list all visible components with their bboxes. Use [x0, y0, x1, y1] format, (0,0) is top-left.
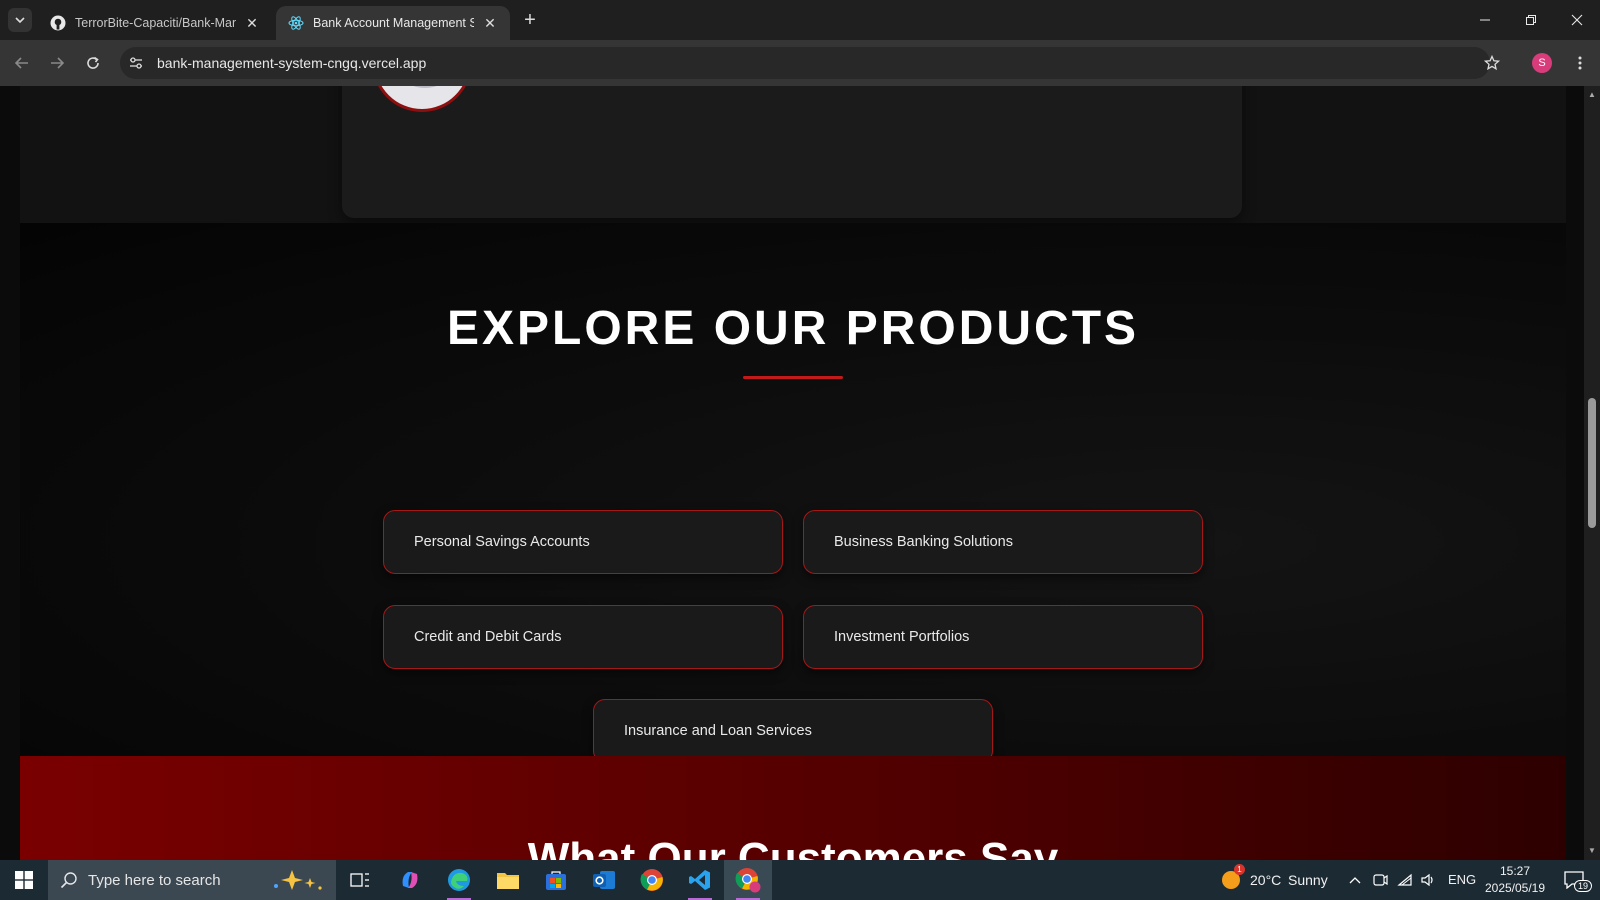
start-button[interactable] [0, 860, 48, 900]
weather-condition: Sunny [1288, 872, 1328, 888]
github-icon [50, 15, 66, 31]
about-section [20, 86, 1566, 223]
chevron-up-icon [1349, 877, 1361, 884]
scrollbar-thumb[interactable] [1588, 398, 1596, 528]
minimize-icon [1480, 19, 1490, 21]
minimize-button[interactable] [1462, 0, 1508, 40]
taskbar-edge[interactable] [435, 860, 483, 900]
url-text[interactable]: bank-management-system-cngq.vercel.app [157, 55, 426, 71]
volume-button[interactable] [1416, 860, 1440, 900]
search-placeholder: Type here to search [88, 872, 221, 889]
close-icon [1571, 14, 1583, 26]
notification-center-button[interactable]: 19 [1554, 860, 1594, 900]
chevron-down-icon [15, 17, 25, 24]
weather-widget[interactable]: 1 20°C Sunny [1214, 860, 1334, 900]
notification-count: 19 [1574, 880, 1593, 892]
tune-icon [130, 57, 142, 69]
product-label: Credit and Debit Cards [414, 629, 562, 645]
close-icon[interactable]: ✕ [482, 15, 498, 31]
copilot-icon [402, 872, 418, 888]
weather-badge: 1 [1234, 864, 1245, 875]
product-label: Investment Portfolios [834, 629, 970, 645]
product-card-credit-debit[interactable]: Credit and Debit Cards [383, 605, 783, 669]
site-info-button[interactable] [124, 51, 148, 75]
reload-button[interactable] [80, 50, 106, 76]
taskbar-search[interactable]: Type here to search [48, 860, 336, 900]
about-card [342, 86, 1242, 218]
products-section: EXPLORE OUR PRODUCTS Personal Savings Ac… [20, 223, 1566, 763]
new-tab-button[interactable]: + [518, 8, 542, 32]
heading-underline [743, 376, 843, 379]
page-viewport: EXPLORE OUR PRODUCTS Personal Savings Ac… [0, 86, 1584, 860]
chrome-icon [640, 869, 663, 891]
vscode-icon [689, 870, 710, 890]
search-icon [60, 872, 77, 889]
product-card-insurance-loan[interactable]: Insurance and Loan Services [593, 699, 993, 763]
copilot-sparkle-icon [274, 870, 322, 890]
product-label: Business Banking Solutions [834, 534, 1013, 550]
chrome-profile-icon [735, 868, 761, 893]
product-label: Insurance and Loan Services [624, 723, 812, 739]
forward-button[interactable] [44, 50, 70, 76]
scroll-down-icon[interactable]: ▼ [1587, 846, 1597, 856]
edge-icon [448, 869, 470, 891]
arrow-left-icon [14, 57, 28, 69]
bank-logo-image [372, 86, 472, 112]
tab-search-button[interactable] [8, 8, 32, 32]
file-explorer-icon [497, 873, 519, 889]
tab-title: TerrorBite-Capaciti/Bank-Manag [75, 16, 236, 30]
products-heading: EXPLORE OUR PRODUCTS [446, 302, 1140, 355]
profile-avatar[interactable]: S [1532, 53, 1552, 73]
task-view-button[interactable] [336, 860, 384, 900]
wifi-icon [1397, 873, 1412, 886]
react-icon [288, 15, 304, 31]
arrow-right-icon [51, 57, 65, 69]
clock-time[interactable]: 15:27 [1485, 864, 1545, 878]
taskbar-copilot[interactable] [386, 860, 434, 900]
language-indicator[interactable]: ENG [1448, 872, 1476, 887]
tab-bank-app[interactable]: Bank Account Management Sys ✕ [276, 6, 510, 40]
bookmark-button[interactable] [1480, 51, 1504, 75]
speaker-icon [1421, 873, 1433, 887]
taskbar-file-explorer[interactable] [484, 860, 532, 900]
network-button[interactable] [1393, 860, 1417, 900]
taskbar-chrome[interactable] [628, 860, 676, 900]
taskbar-store[interactable] [532, 860, 580, 900]
taskbar-chrome-profile[interactable] [724, 860, 772, 900]
tab-title: Bank Account Management Sys [313, 16, 474, 30]
product-card-personal-savings[interactable]: Personal Savings Accounts [383, 510, 783, 574]
show-hidden-icons-button[interactable] [1343, 860, 1367, 900]
weather-temp: 20°C [1250, 872, 1282, 888]
clock-date[interactable]: 2025/05/19 [1478, 881, 1552, 895]
reload-icon [87, 56, 99, 69]
testimonials-section: What Our Customers Say [20, 756, 1566, 860]
product-card-investment[interactable]: Investment Portfolios [803, 605, 1203, 669]
tab-github[interactable]: TerrorBite-Capaciti/Bank-Manag ✕ [38, 6, 272, 40]
task-view-icon [350, 873, 369, 887]
restore-button[interactable] [1508, 0, 1554, 40]
store-icon [546, 871, 566, 890]
restore-icon [1526, 15, 1536, 25]
product-card-business-banking[interactable]: Business Banking Solutions [803, 510, 1203, 574]
page-content: EXPLORE OUR PRODUCTS Personal Savings Ac… [20, 86, 1566, 860]
scroll-up-icon[interactable]: ▲ [1587, 90, 1597, 100]
meet-now-button[interactable] [1368, 860, 1392, 900]
plus-icon: + [524, 8, 536, 31]
close-icon[interactable]: ✕ [244, 15, 260, 31]
windows-icon [15, 871, 33, 889]
tab-strip: TerrorBite-Capaciti/Bank-Manag ✕ Bank Ac… [0, 0, 1600, 40]
close-window-button[interactable] [1554, 0, 1600, 40]
testimonials-heading: What Our Customers Say [527, 834, 1059, 860]
taskbar: Type here to search 1 20°C Sunny ENG 15:… [0, 860, 1600, 900]
back-button[interactable] [9, 50, 35, 76]
star-icon [1484, 55, 1500, 71]
camera-icon [1373, 874, 1388, 886]
more-vert-icon [1578, 56, 1582, 70]
taskbar-vscode[interactable] [676, 860, 724, 900]
outlook-icon [593, 871, 615, 889]
product-label: Personal Savings Accounts [414, 534, 590, 550]
taskbar-outlook[interactable] [580, 860, 628, 900]
menu-button[interactable] [1568, 51, 1592, 75]
